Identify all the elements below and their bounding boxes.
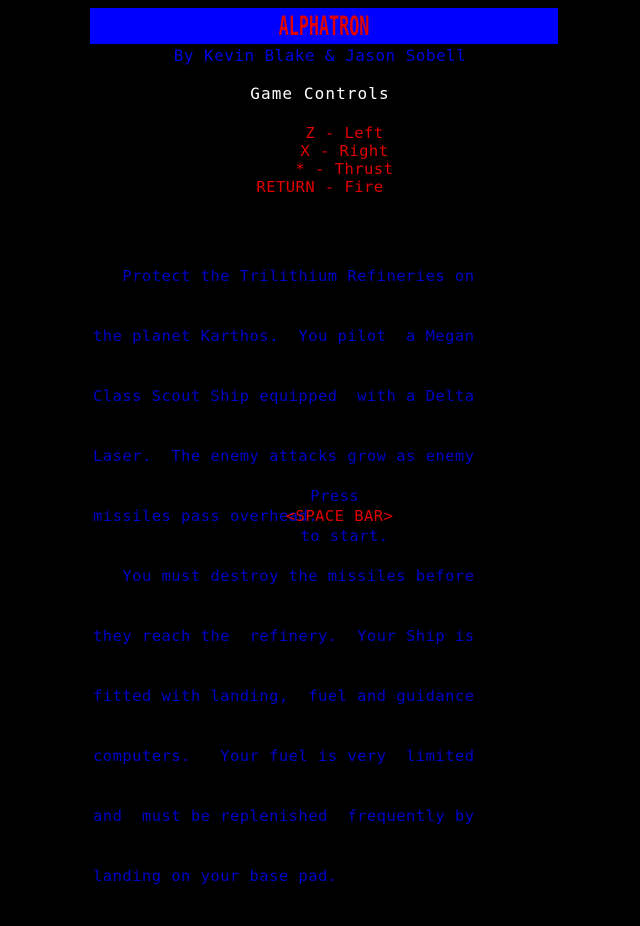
start-prompt-before: Press bbox=[310, 487, 369, 505]
title-banner: ALPHATRON bbox=[90, 8, 558, 44]
description-line: and must be replenished frequently by bbox=[93, 807, 475, 825]
authors-credit: By Kevin Blake & Jason Sobell bbox=[173, 46, 467, 65]
game-title-screen: ALPHATRON By Kevin Blake & Jason Sobell … bbox=[0, 0, 640, 885]
control-row: RETURN - Fire bbox=[256, 178, 384, 196]
space-bar-key[interactable]: <SPACE BAR> bbox=[286, 507, 394, 525]
game-title: ALPHATRON bbox=[278, 10, 370, 42]
controls-list: Z - Left X - Right * - Thrust RETURN - F… bbox=[0, 124, 640, 196]
description-line: Laser. The enemy attacks grow as enemy bbox=[93, 447, 475, 465]
description-line: computers. Your fuel is very limited bbox=[93, 747, 475, 765]
description-line: they reach the refinery. Your Ship is bbox=[93, 627, 475, 645]
description-line: Class Scout Ship equipped with a Delta bbox=[93, 387, 475, 405]
description-line: You must destroy the missiles before bbox=[93, 567, 475, 585]
description-line: fitted with landing, fuel and guidance bbox=[93, 687, 475, 705]
start-prompt-after: to start. bbox=[290, 527, 389, 545]
description-line: landing on your base pad. bbox=[93, 867, 338, 885]
game-description: Protect the Trilithium Refineries on the… bbox=[93, 226, 563, 926]
description-line: the planet Karthos. You pilot a Megan bbox=[93, 327, 475, 345]
control-row: X - Right bbox=[251, 142, 389, 160]
control-row: * - Thrust bbox=[246, 160, 394, 178]
description-line: Protect the Trilithium Refineries on bbox=[93, 267, 475, 285]
control-row: Z - Left bbox=[256, 124, 384, 142]
game-controls-heading: Game Controls bbox=[250, 84, 390, 103]
start-prompt[interactable]: Press <SPACE BAR> to start. bbox=[0, 466, 640, 566]
